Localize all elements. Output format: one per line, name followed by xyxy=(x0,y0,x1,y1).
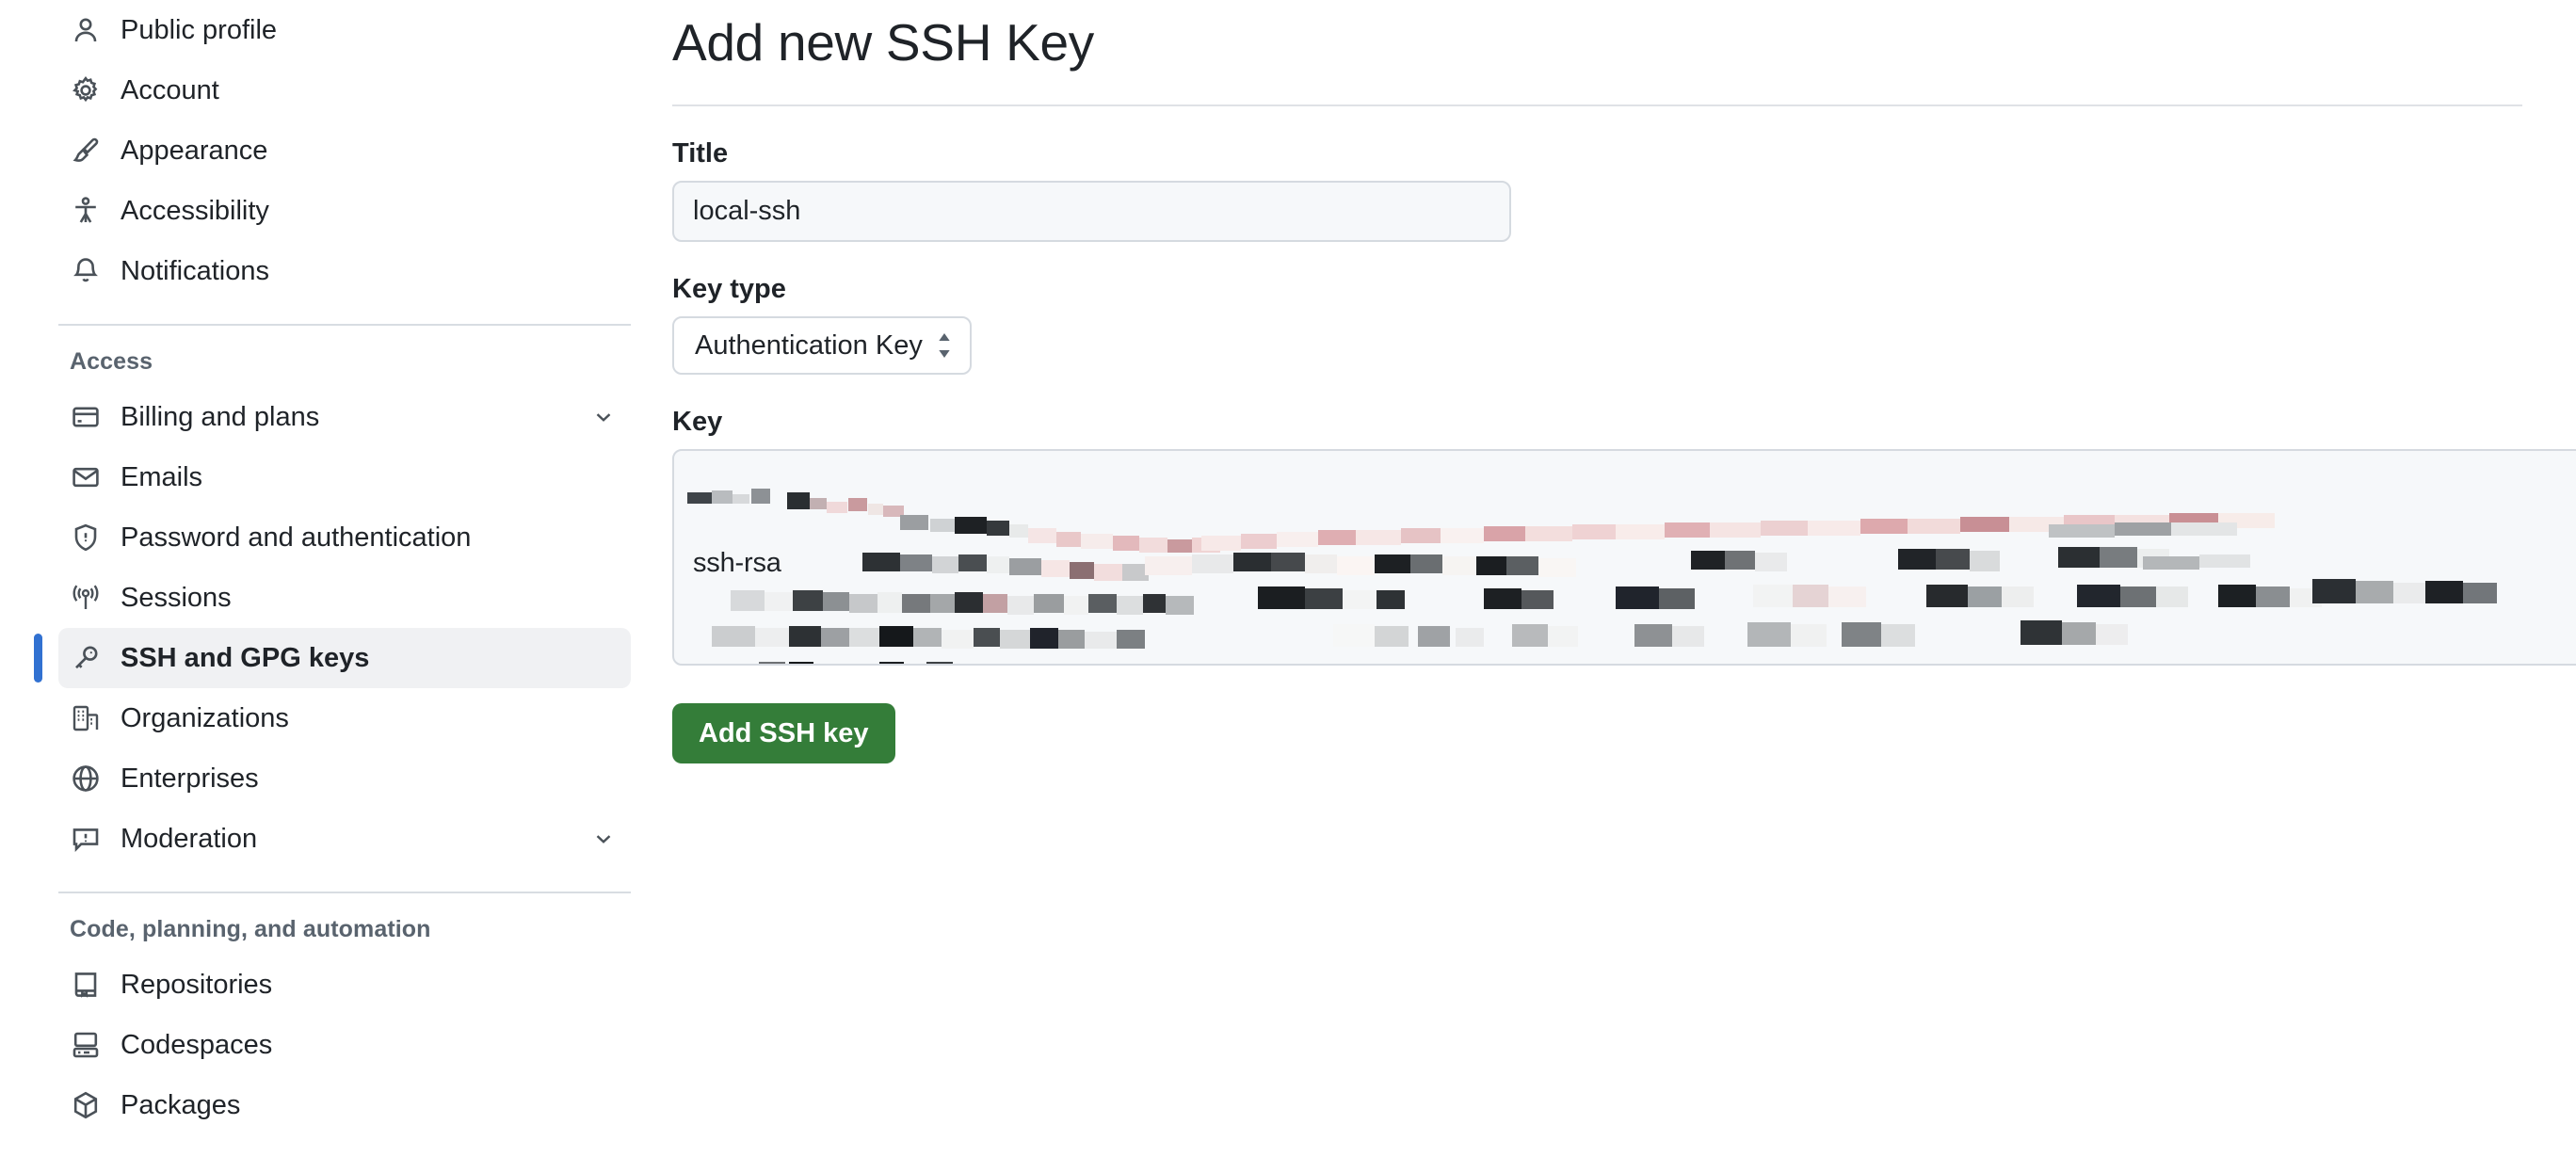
title-field-label: Title xyxy=(672,138,729,169)
sidebar-item-label: SSH and GPG keys xyxy=(121,642,370,673)
key-type-field-label: Key type xyxy=(672,274,786,304)
package-icon xyxy=(70,1089,102,1121)
sidebar-item-label: Public profile xyxy=(121,14,278,45)
sidebar-item-label: Account xyxy=(121,74,219,105)
sidebar-item-label: Sessions xyxy=(121,582,232,613)
settings-sidebar: Public profile Account Appearance Access… xyxy=(0,0,659,1173)
sidebar-item-label: Organizations xyxy=(121,702,289,733)
sidebar-item-label: Billing and plans xyxy=(121,401,320,432)
person-icon xyxy=(70,14,102,46)
sidebar-item-enterprises[interactable]: Enterprises xyxy=(58,748,631,809)
sidebar-item-label: Appearance xyxy=(121,135,268,166)
repo-icon xyxy=(70,969,102,1001)
sidebar-item-public-profile[interactable]: Public profile xyxy=(58,0,631,60)
title-input[interactable] xyxy=(672,181,1511,242)
chevron-down-icon[interactable] xyxy=(591,827,616,851)
organization-icon xyxy=(70,702,102,734)
key-line: AAAAB3NzaC1yc2EAAAADAQABAAABgQDD9tUCz2Bs… xyxy=(693,662,2576,664)
key-textarea-content: ssh-rsa AAAAB3NzaC1yc2EAAAADAQABAAABgQDD… xyxy=(693,464,2576,664)
report-icon xyxy=(70,823,102,855)
key-icon xyxy=(70,642,102,674)
key-field-label: Key xyxy=(672,407,723,437)
sidebar-item-label: Repositories xyxy=(121,969,273,1000)
sidebar-item-label: Enterprises xyxy=(121,763,259,794)
sidebar-section-access-title: Access xyxy=(70,348,153,375)
sidebar-item-packages[interactable]: Packages xyxy=(58,1075,631,1135)
bell-icon xyxy=(70,255,102,287)
codespaces-icon xyxy=(70,1029,102,1061)
settings-page: Public profile Account Appearance Access… xyxy=(0,0,2576,1173)
sidebar-item-label: Codespaces xyxy=(121,1029,273,1060)
sidebar-top-group: Public profile Account Appearance Access… xyxy=(0,0,659,301)
sidebar-item-label: Password and authentication xyxy=(121,522,472,553)
sidebar-item-emails[interactable]: Emails xyxy=(58,447,631,507)
sidebar-code-group: Repositories Codespaces Packages xyxy=(0,955,659,1135)
sidebar-item-password-and-authentication[interactable]: Password and authentication xyxy=(58,507,631,568)
key-type-select[interactable]: Authentication Key xyxy=(672,316,972,375)
accessibility-icon xyxy=(70,195,102,227)
broadcast-icon xyxy=(70,582,102,614)
sidebar-item-label: Packages xyxy=(121,1089,241,1120)
sidebar-item-moderation[interactable]: Moderation xyxy=(58,809,631,869)
sidebar-item-sessions[interactable]: Sessions xyxy=(58,568,631,628)
title-divider xyxy=(672,104,2522,106)
sidebar-item-billing-and-plans[interactable]: Billing and plans xyxy=(58,387,631,447)
sidebar-item-appearance[interactable]: Appearance xyxy=(58,121,631,181)
globe-icon xyxy=(70,763,102,795)
add-ssh-key-button[interactable]: Add SSH key xyxy=(672,703,895,763)
key-type-selected-value: Authentication Key xyxy=(695,329,923,361)
key-textarea[interactable]: ssh-rsa AAAAB3NzaC1yc2EAAAADAQABAAABgQDD… xyxy=(672,449,2576,666)
page-title: Add new SSH Key xyxy=(672,13,1094,72)
sidebar-divider-2 xyxy=(58,892,631,893)
sidebar-item-accessibility[interactable]: Accessibility xyxy=(58,181,631,241)
chevron-down-icon[interactable] xyxy=(591,405,616,429)
sidebar-item-label: Emails xyxy=(121,461,203,492)
sidebar-item-codespaces[interactable]: Codespaces xyxy=(58,1015,631,1075)
sidebar-item-organizations[interactable]: Organizations xyxy=(58,688,631,748)
gear-icon xyxy=(70,74,102,106)
sidebar-item-label: Moderation xyxy=(121,823,258,854)
sidebar-item-label: Notifications xyxy=(121,255,269,286)
sidebar-access-group: Billing and plans Emails Password and au… xyxy=(0,387,659,869)
chevron-up-down-icon xyxy=(936,331,953,360)
sidebar-divider-1 xyxy=(58,324,631,326)
sidebar-item-account[interactable]: Account xyxy=(58,60,631,121)
mail-icon xyxy=(70,461,102,493)
main-content: Add new SSH Key Title Key type Authentic… xyxy=(659,0,2576,1173)
sidebar-item-ssh-and-gpg-keys[interactable]: SSH and GPG keys xyxy=(34,628,631,688)
sidebar-section-code-title: Code, planning, and automation xyxy=(70,916,431,942)
sidebar-item-notifications[interactable]: Notifications xyxy=(58,241,631,301)
sidebar-item-label: Accessibility xyxy=(121,195,269,226)
paintbrush-icon xyxy=(70,135,102,167)
key-line: ssh-rsa xyxy=(693,548,781,578)
credit-card-icon xyxy=(70,401,102,433)
shield-lock-icon xyxy=(70,522,102,554)
sidebar-item-repositories[interactable]: Repositories xyxy=(58,955,631,1015)
